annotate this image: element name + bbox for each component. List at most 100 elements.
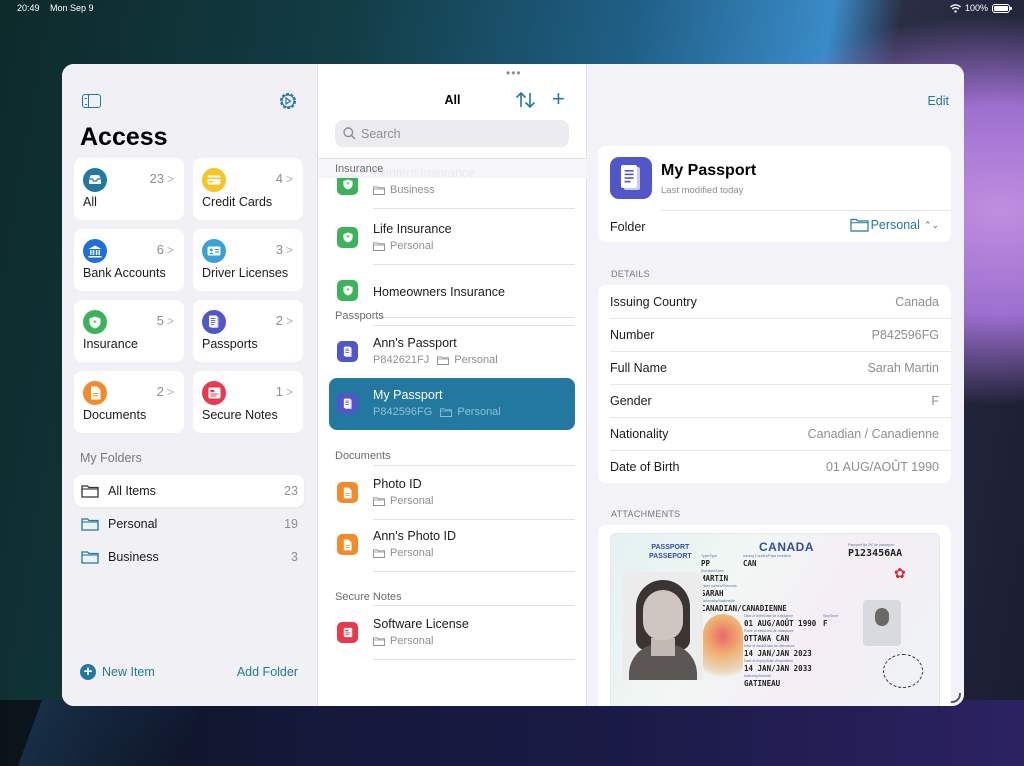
passport-nationality: CANADIAN/CANADIENNE <box>701 604 787 613</box>
sort-icon[interactable] <box>515 91 537 109</box>
passport-photo <box>623 572 703 680</box>
folder-business[interactable]: Business 3 <box>74 541 304 573</box>
folder-icon <box>373 636 385 646</box>
category-documents[interactable]: 2 > Documents <box>74 371 184 433</box>
passport-authority: GATINEAU <box>744 679 781 688</box>
window-resize-handle[interactable] <box>951 693 961 703</box>
document-icon <box>83 381 107 405</box>
add-item-icon[interactable]: + <box>552 88 565 110</box>
category-driver-licenses[interactable]: 3 > Driver Licenses <box>193 229 303 291</box>
folder-all-items[interactable]: All Items 23 <box>74 475 304 507</box>
note-icon <box>337 622 358 643</box>
passport-given-names: SARAH <box>701 589 724 598</box>
field-value: Canadian / Canadienne <box>807 426 939 441</box>
category-all[interactable]: 23 > All <box>74 158 184 220</box>
search-field[interactable] <box>335 120 569 147</box>
category-credit-cards[interactable]: 4 > Credit Cards <box>193 158 303 220</box>
item-title: Life Insurance <box>373 222 452 236</box>
wallpaper-streak <box>17 700 203 766</box>
passport-field-caption: Date of issue/Date de délivrance <box>744 644 795 648</box>
passport-icon <box>202 310 226 334</box>
details-card: Issuing Country Canada Number P842596FG … <box>598 285 951 483</box>
battery-fill <box>994 5 1008 11</box>
detail-row-nationality[interactable]: Nationality Canadian / Canadienne <box>598 417 951 450</box>
passport-icon <box>610 157 652 199</box>
add-folder-button[interactable]: Add Folder <box>237 665 298 679</box>
search-input[interactable] <box>361 126 551 141</box>
category-label: All <box>83 195 97 209</box>
my-folders-header: My Folders <box>80 451 142 465</box>
folder-name: Business <box>108 550 159 564</box>
folder-count: 23 <box>284 484 298 498</box>
category-label: Bank Accounts <box>83 266 166 280</box>
new-item-button[interactable]: + New Item <box>80 664 155 680</box>
section-header-secure-notes: Secure Notes <box>335 591 402 603</box>
folder-personal[interactable]: Personal 19 <box>74 508 304 540</box>
list-item[interactable]: Software License Personal <box>329 607 575 660</box>
section-separator <box>373 605 575 606</box>
field-label: Nationality <box>610 426 669 441</box>
battery-icon <box>992 3 1012 13</box>
search-icon <box>343 127 356 140</box>
detail-row-issuing-country[interactable]: Issuing Country Canada <box>598 285 951 318</box>
sidebar-toggle-icon[interactable] <box>82 94 101 108</box>
hologram <box>703 614 743 684</box>
insurance-icon: * <box>337 227 358 248</box>
attachments-header: ATTACHMENTS <box>611 509 681 519</box>
category-count: 4 > <box>275 171 293 186</box>
document-icon <box>337 534 358 555</box>
row-separator <box>373 317 575 318</box>
passport-expiry-date: 14 JAN/JAN 2033 <box>744 664 812 673</box>
insurance-icon: * <box>337 280 358 301</box>
category-insurance[interactable]: * 5 > Insurance <box>74 300 184 362</box>
category-label: Credit Cards <box>202 195 273 209</box>
category-secure-notes[interactable]: 1 > Secure Notes <box>193 371 303 433</box>
section-header-insurance: Insurance <box>318 159 587 178</box>
category-label: Insurance <box>83 337 138 351</box>
shield-icon: * <box>83 310 107 334</box>
category-passports[interactable]: 2 > Passports <box>193 300 303 362</box>
item-title: My Passport <box>373 388 443 402</box>
list-item[interactable]: Ann's Photo ID Personal <box>329 519 575 572</box>
field-label: Date of Birth <box>610 459 680 474</box>
passport-surname: MARTIN <box>701 574 729 583</box>
passport-field-caption: Sex/Sexe <box>823 614 838 618</box>
folder-label: Folder <box>610 220 646 234</box>
detail-row-number[interactable]: Number P842596FG <box>598 318 951 351</box>
passport-attachment-image[interactable]: PASSPORT PASSEPORT CANADA Type/Type PP Is… <box>610 533 940 706</box>
item-title: Software License <box>373 617 469 631</box>
category-count: 1 > <box>275 384 293 399</box>
category-count: 5 > <box>156 313 174 328</box>
list-item[interactable]: * Life Insurance Personal <box>329 212 575 265</box>
window-drag-handle-icon[interactable]: ••• <box>506 66 522 80</box>
app-title: Access <box>80 123 168 151</box>
item-subtitle: Personal <box>373 635 433 647</box>
category-count: 6 > <box>156 242 174 257</box>
category-bank-accounts[interactable]: 6 > Bank Accounts <box>74 229 184 291</box>
list-item-selected[interactable]: My Passport P842596FG Personal <box>329 378 575 430</box>
detail-row-date-of-birth[interactable]: Date of Birth 01 AUG/AOÛT 1990 <box>598 450 951 483</box>
passport-field-caption: Nationality/Nationalité <box>701 599 735 603</box>
section-header-passports: Passports <box>335 310 384 322</box>
passport-field-caption: Given names/Prénoms <box>701 584 737 588</box>
credit-card-icon <box>202 168 226 192</box>
item-list[interactable]: Insurance * Renters Insurance Business *… <box>318 158 587 706</box>
field-label: Full Name <box>610 360 667 375</box>
passport-sex: F <box>823 619 828 628</box>
detail-row-full-name[interactable]: Full Name Sarah Martin <box>598 351 951 384</box>
item-title: Homeowners Insurance <box>373 285 506 299</box>
list-item[interactable]: Photo ID Personal <box>329 467 575 520</box>
bank-icon <box>83 239 107 263</box>
settings-gear-icon[interactable] <box>278 91 298 111</box>
category-count: 3 > <box>275 242 293 257</box>
list-item[interactable]: Ann's Passport P842621FJ Personal <box>329 326 575 378</box>
item-title: Photo ID <box>373 477 422 491</box>
item-subtitle: Personal <box>373 547 433 559</box>
folder-picker[interactable]: Personal ⌃⌄ <box>849 218 939 232</box>
svg-text:*: * <box>346 236 349 242</box>
status-bar: 20:49 Mon Sep 9 100% <box>0 0 1024 18</box>
detail-row-gender[interactable]: Gender F <box>598 384 951 417</box>
item-subtitle: Personal <box>373 495 433 507</box>
edit-button[interactable]: Edit <box>927 94 949 108</box>
folder-icon <box>849 218 869 232</box>
